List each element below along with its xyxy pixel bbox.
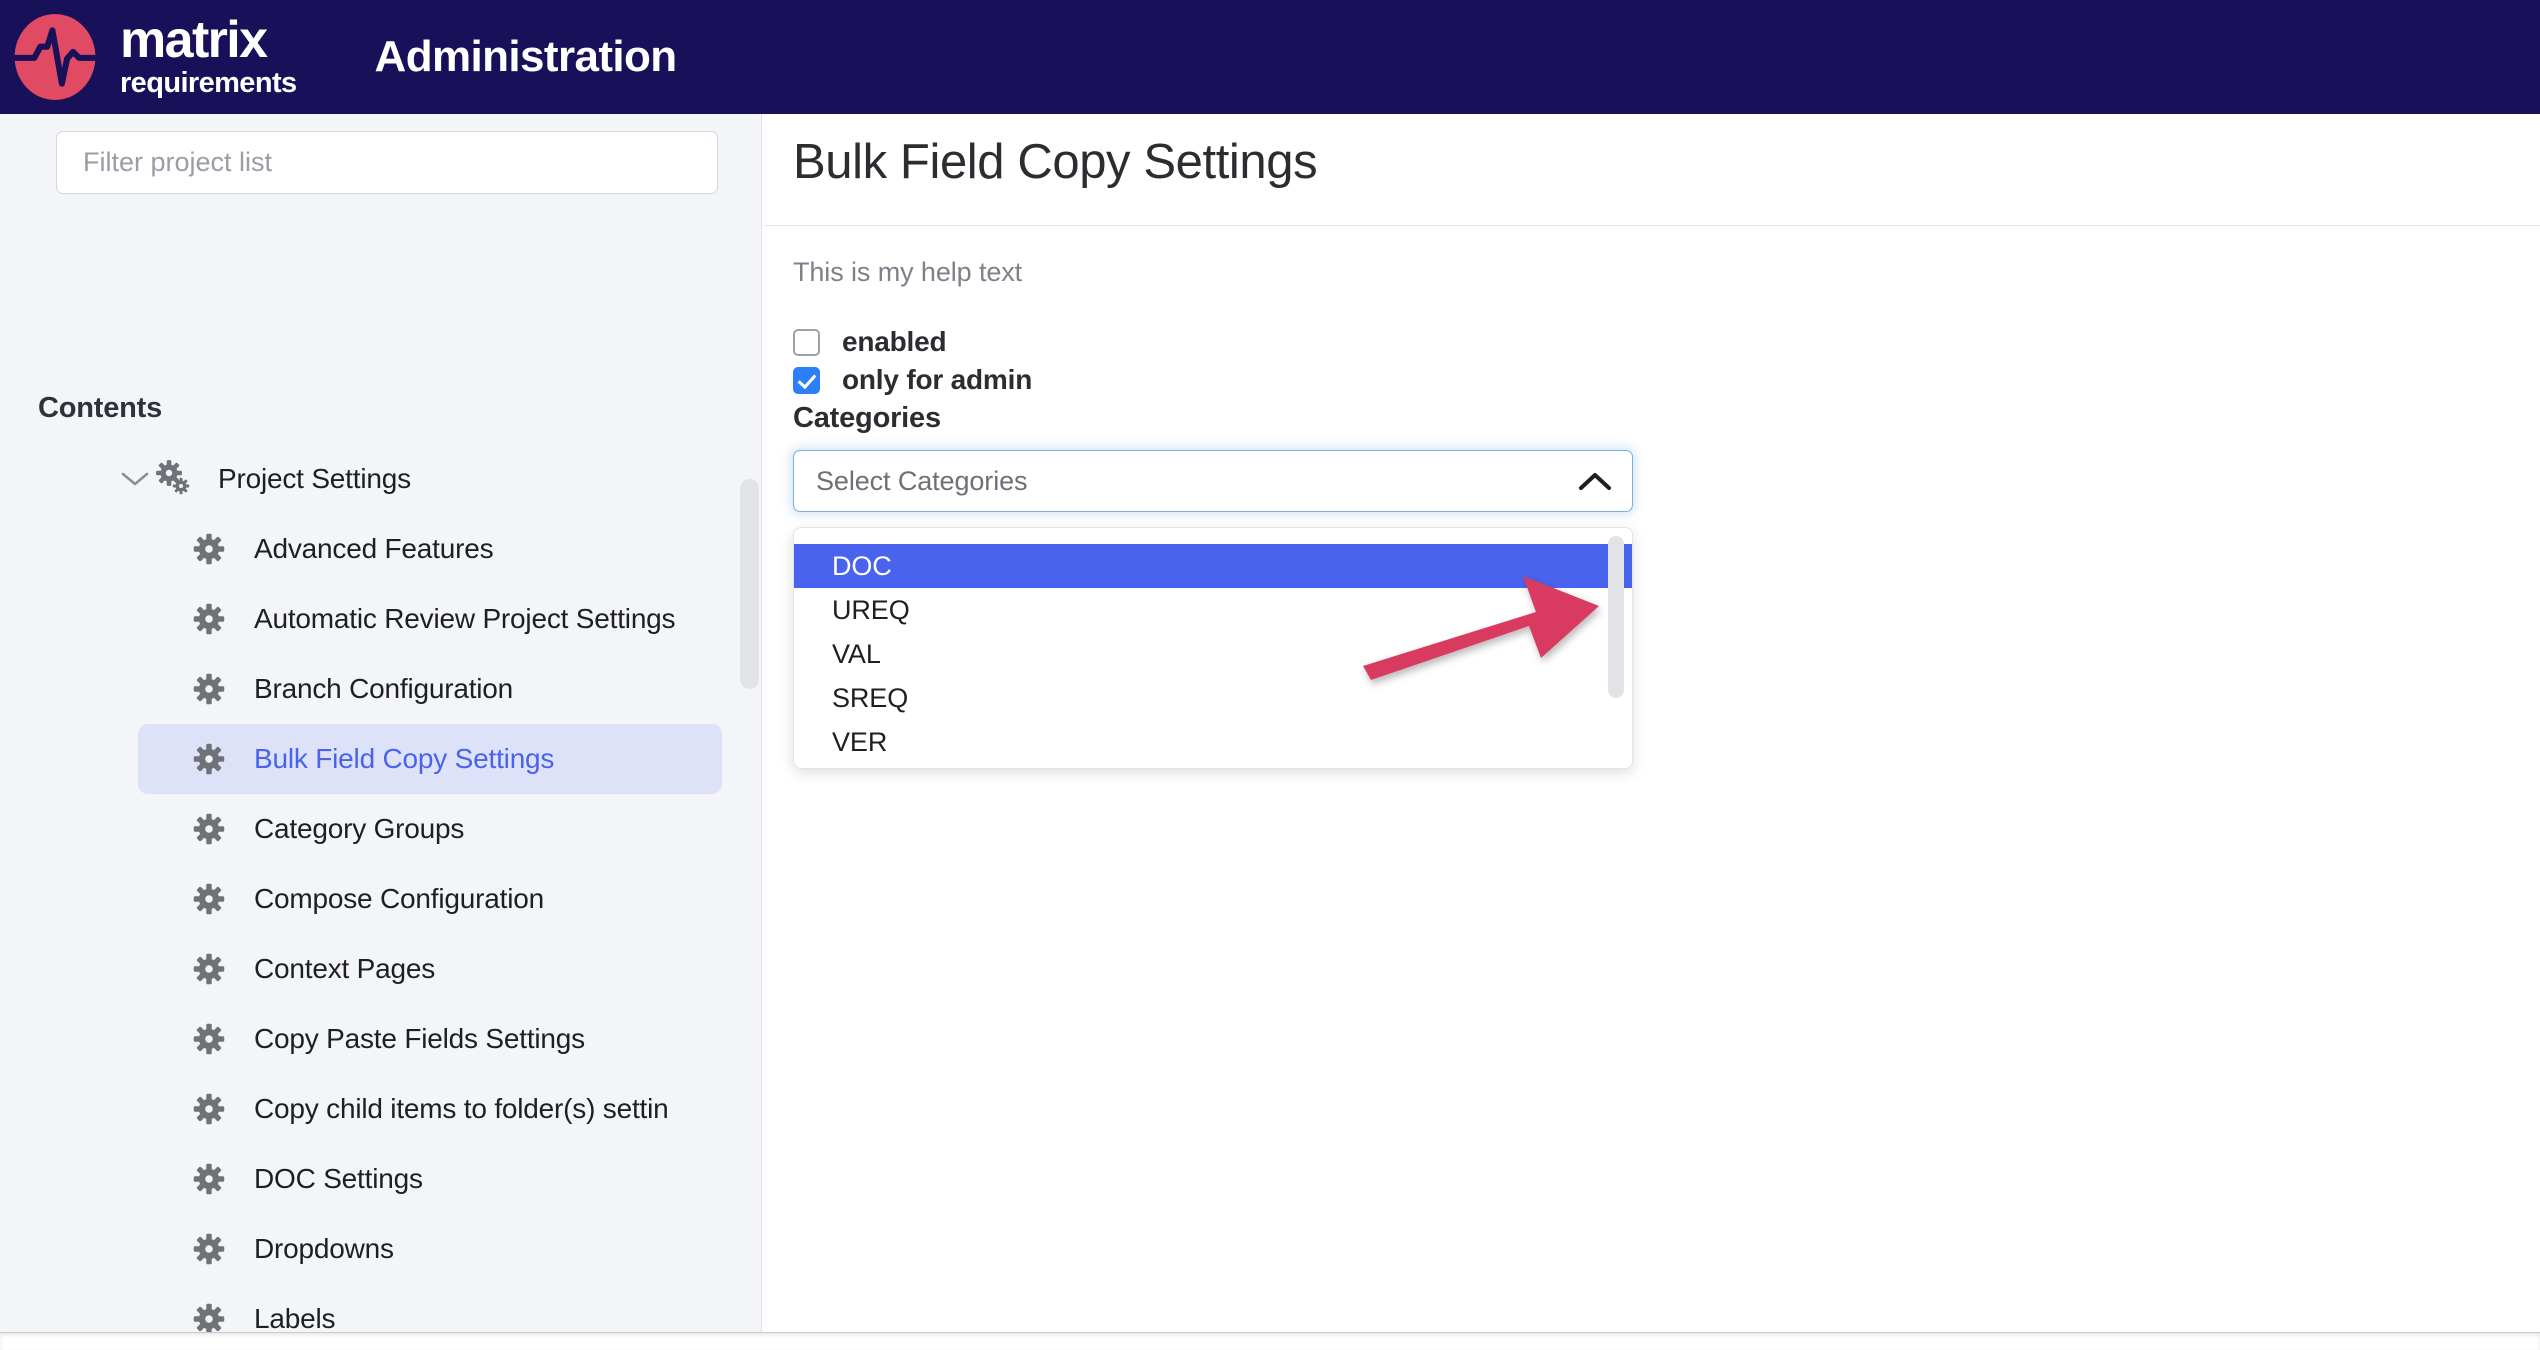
contents-heading: Contents — [38, 392, 163, 424]
categories-dropdown-menu[interactable]: DOC UREQ VAL SREQ VER — [793, 527, 1633, 769]
admin-app-window: matrix requirements Administration Conte… — [0, 0, 2540, 1350]
sidebar-item-label: Labels — [254, 1303, 336, 1332]
sidebar-item-copy-child-items-to-folder-s-settin[interactable]: Copy child items to folder(s) settin — [0, 1074, 761, 1144]
sidebar-item-dropdowns[interactable]: Dropdowns — [0, 1214, 761, 1284]
gears-icon — [154, 460, 192, 498]
sidebar-item-branch-configuration[interactable]: Branch Configuration — [0, 654, 761, 724]
sidebar-item-label: DOC Settings — [254, 1163, 423, 1194]
categories-option-list: DOC UREQ VAL SREQ VER — [794, 544, 1632, 764]
checkbox-enabled[interactable] — [793, 328, 820, 356]
filter-project-list-input[interactable] — [56, 131, 718, 194]
checkbox-label-only-for-admin: only for admin — [842, 364, 1033, 395]
sidebar-item-context-pages[interactable]: Context Pages — [0, 934, 761, 1004]
sidebar-item-label: Automatic Review Project Settings — [254, 603, 676, 634]
chevron-down-icon[interactable] — [118, 462, 152, 496]
dropdown-option[interactable]: DOC — [794, 544, 1632, 588]
sidebar-item-automatic-review-project-settings[interactable]: Automatic Review Project Settings — [0, 584, 761, 654]
dropdown-option[interactable]: VER — [794, 720, 1632, 764]
chevron-up-icon[interactable] — [1578, 471, 1612, 492]
sidebar-item-label: Dropdowns — [254, 1233, 394, 1264]
gear-icon — [190, 1020, 228, 1058]
settings-tree: Project Settings Advanced Features Automat… — [0, 444, 761, 1332]
sidebar-item-label: Project Settings — [218, 463, 411, 494]
sidebar-item-category-groups[interactable]: Category Groups — [0, 794, 761, 864]
sidebar-item-label: Compose Configuration — [254, 883, 544, 914]
gear-icon — [190, 1090, 228, 1128]
app-body: Contents Project Settings Advanced Featur… — [0, 114, 2540, 1332]
categories-select-placeholder: Select Categories — [816, 465, 1028, 496]
matrix-pulse-logo-icon — [12, 14, 98, 100]
gear-icon — [190, 1300, 228, 1332]
sidebar-item-advanced-features[interactable]: Advanced Features — [0, 514, 761, 584]
gear-icon — [190, 1230, 228, 1268]
gear-icon — [190, 670, 228, 708]
sidebar-item-doc-settings[interactable]: DOC Settings — [0, 1144, 761, 1214]
sidebar-item-label: Copy child items to folder(s) settin — [254, 1093, 669, 1124]
page-section-title: Administration — [374, 32, 678, 81]
sidebar-item-bulk-field-copy-settings[interactable]: Bulk Field Copy Settings — [138, 724, 722, 794]
categories-select[interactable]: Select Categories — [793, 450, 1633, 512]
gear-icon — [190, 1160, 228, 1198]
dropdown-option[interactable]: UREQ — [794, 588, 1632, 632]
gear-icon — [190, 530, 228, 568]
checkbox-row-only-for-admin[interactable]: only for admin — [793, 364, 1032, 396]
checkbox-row-enabled[interactable]: enabled — [793, 326, 947, 358]
help-text: This is my help text — [793, 257, 1023, 287]
sidebar-item-label: Copy Paste Fields Settings — [254, 1023, 585, 1054]
sidebar-item-labels[interactable]: Labels — [0, 1284, 761, 1332]
sidebar-item-label: Context Pages — [254, 953, 436, 984]
sidebar-item-label: Category Groups — [254, 813, 465, 844]
main-content-panel: Bulk Field Copy Settings This is my help… — [763, 114, 2540, 1332]
sidebar-item-label: Branch Configuration — [254, 673, 514, 704]
brand-wordmark: matrix requirements — [120, 10, 297, 100]
checkbox-only-for-admin[interactable] — [793, 366, 820, 394]
gear-icon — [190, 950, 228, 988]
app-header: matrix requirements Administration — [0, 0, 2540, 114]
sidebar: Contents Project Settings Advanced Featur… — [0, 114, 762, 1332]
gear-icon — [190, 600, 228, 638]
sidebar-item-label: Bulk Field Copy Settings — [254, 743, 555, 774]
dropdown-scrollbar-thumb[interactable] — [1608, 536, 1624, 698]
brand-line-2: requirements — [120, 66, 297, 99]
window-bottom-edge — [0, 1332, 2540, 1350]
dropdown-option[interactable]: SREQ — [794, 676, 1632, 720]
brand-logo[interactable]: matrix requirements — [12, 11, 297, 103]
gear-icon — [190, 880, 228, 918]
brand-line-1: matrix — [120, 10, 268, 69]
sidebar-item-compose-configuration[interactable]: Compose Configuration — [0, 864, 761, 934]
dropdown-option[interactable]: VAL — [794, 632, 1632, 676]
title-divider — [763, 225, 2540, 226]
gear-icon — [190, 810, 228, 848]
sidebar-item-label: Advanced Features — [254, 533, 494, 564]
sidebar-item-copy-paste-fields-settings[interactable]: Copy Paste Fields Settings — [0, 1004, 761, 1074]
page-title: Bulk Field Copy Settings — [793, 135, 1318, 189]
gear-icon — [190, 740, 228, 778]
sidebar-scrollbar-thumb[interactable] — [740, 479, 759, 689]
checkbox-label-enabled: enabled — [842, 326, 947, 357]
filter-project-list-wrapper — [56, 131, 718, 194]
sidebar-item-project-settings[interactable]: Project Settings — [0, 444, 761, 514]
categories-field-label: Categories — [793, 402, 941, 434]
